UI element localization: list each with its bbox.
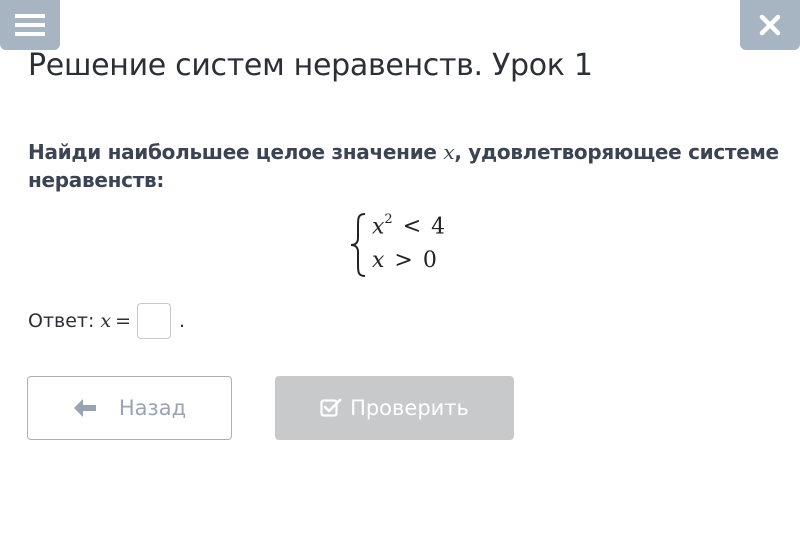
close-icon (759, 14, 781, 36)
answer-equals: = (115, 310, 132, 332)
answer-label: Ответ: (28, 310, 95, 332)
line2-variable: x (372, 248, 385, 273)
answer-row: Ответ: x = . (28, 303, 185, 339)
check-button-label: Проверить (350, 396, 469, 420)
hamburger-icon (15, 14, 45, 36)
arrow-left-icon (73, 398, 97, 418)
inequality-system: x2 <4 x >0 (348, 212, 468, 278)
line1-operator: < (402, 214, 422, 240)
task-question: Найди наибольшее целое значение x, удовл… (28, 138, 788, 194)
answer-input[interactable] (137, 303, 172, 339)
close-button[interactable] (740, 0, 800, 50)
page-title: Решение систем неравенств. Урок 1 (28, 48, 593, 83)
answer-period: . (179, 310, 186, 332)
answer-variable: x (100, 310, 112, 332)
line2-operator: > (394, 248, 413, 273)
line1-variable: x (372, 214, 385, 240)
menu-button[interactable] (0, 0, 60, 50)
question-variable: x (443, 140, 455, 164)
back-button-label: Назад (118, 396, 187, 420)
line2-rhs: 0 (422, 248, 437, 273)
back-button[interactable]: Назад (27, 376, 232, 440)
system-brace (350, 213, 366, 277)
checkbox-icon (320, 398, 342, 418)
line1-rhs: 4 (431, 214, 446, 240)
line1-exponent: 2 (384, 212, 393, 227)
inequality-line-1: x2 <4 (372, 212, 446, 240)
question-text-start: Найди наибольшее целое значение (28, 140, 444, 164)
check-button[interactable]: Проверить (275, 376, 514, 440)
inequality-line-2: x >0 (372, 248, 437, 273)
